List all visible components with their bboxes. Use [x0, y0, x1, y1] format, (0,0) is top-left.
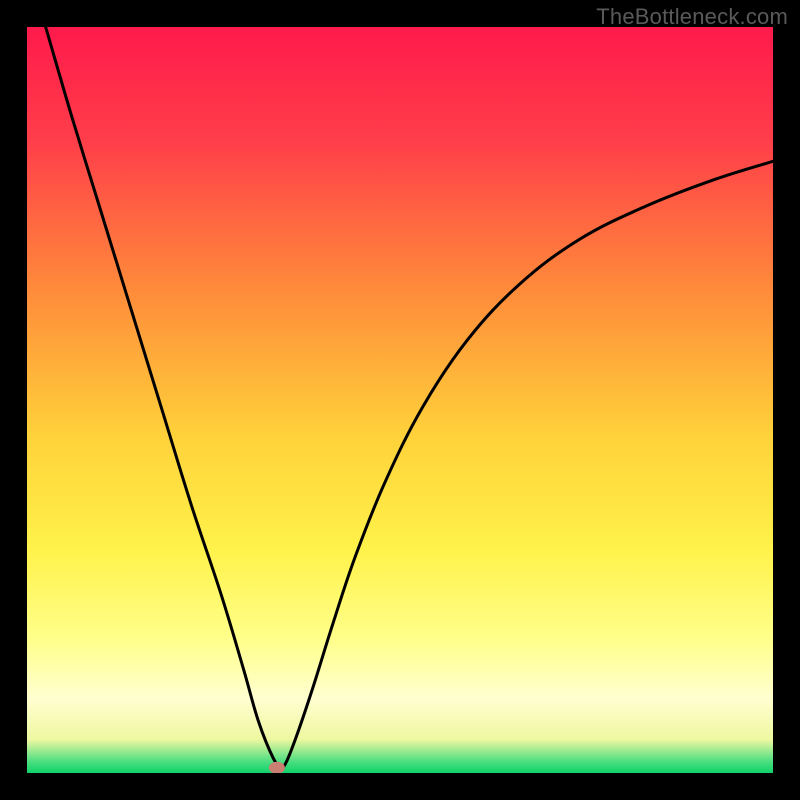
- plot-area: [27, 27, 773, 773]
- bottleneck-chart: [27, 27, 773, 773]
- gradient-background: [27, 27, 773, 773]
- outer-frame: TheBottleneck.com: [0, 0, 800, 800]
